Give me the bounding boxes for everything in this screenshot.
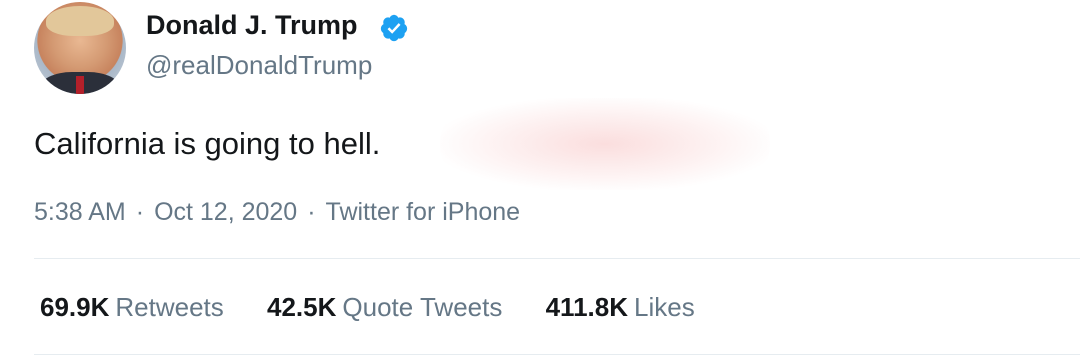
stat-label: Quote Tweets (342, 292, 503, 322)
stat-label: Likes (634, 292, 695, 322)
avatar-hair (46, 6, 114, 36)
stat-count: 69.9K (40, 292, 110, 322)
tweet-card: Donald J. Trump @realDonaldTrump Califor… (0, 0, 1080, 359)
avatar-tie (76, 76, 84, 94)
meta-separator: · (135, 198, 145, 226)
verified-badge-icon (380, 14, 408, 42)
tweet-meta: 5:38 AM · Oct 12, 2020 · Twitter for iPhone (34, 198, 520, 227)
author-handle[interactable]: @realDonaldTrump (146, 50, 372, 81)
author-avatar[interactable] (34, 2, 126, 94)
tweet-source[interactable]: Twitter for iPhone (326, 198, 521, 227)
stat-retweets[interactable]: 69.9K Retweets (40, 292, 224, 323)
divider (34, 258, 1080, 259)
redacted-area (440, 98, 770, 190)
tweet-time[interactable]: 5:38 AM (34, 198, 126, 227)
tweet-date[interactable]: Oct 12, 2020 (154, 198, 297, 227)
stat-quote-tweets[interactable]: 42.5K Quote Tweets (267, 292, 502, 323)
stat-count: 42.5K (267, 292, 337, 322)
stat-likes[interactable]: 411.8K Likes (546, 292, 695, 323)
stat-count: 411.8K (545, 292, 628, 322)
tweet-stats: 69.9K Retweets 42.5K Quote Tweets 411.8K Li… (40, 292, 731, 323)
divider (34, 354, 1080, 355)
tweet-text: California is going to hell. (34, 126, 381, 161)
author-name[interactable]: Donald J. Trump (146, 10, 358, 41)
stat-label: Retweets (115, 292, 224, 322)
meta-separator: · (307, 198, 316, 226)
